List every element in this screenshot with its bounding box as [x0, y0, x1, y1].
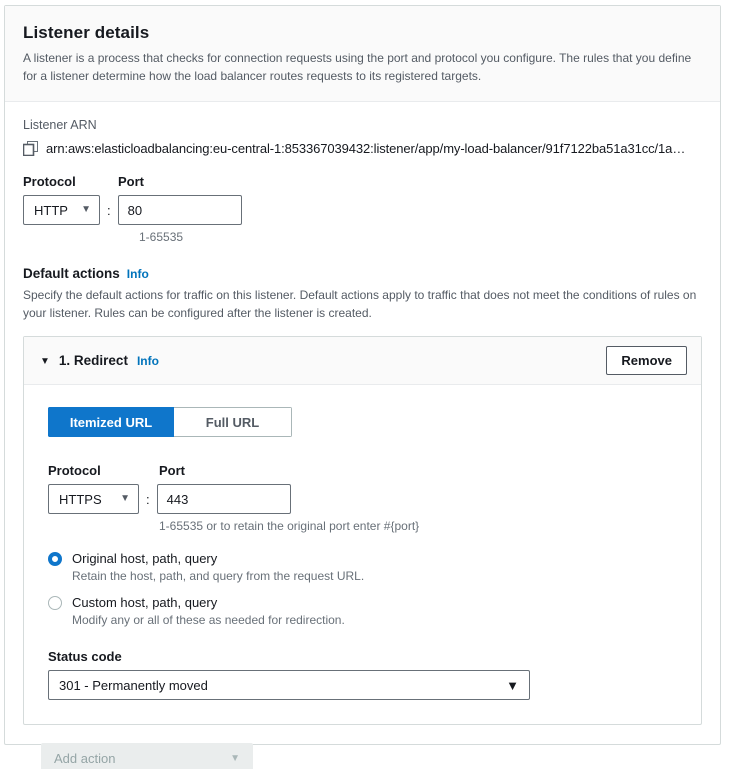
port-input[interactable]: 80 [117, 195, 242, 226]
listener-details-card: Listener details A listener is a process… [4, 5, 721, 769]
tab-itemized-url[interactable]: Itemized URL [48, 407, 174, 438]
action-panel-body: Itemized URL Full URL Protocol Port HTTP… [24, 385, 701, 724]
protocol-port-separator: : [107, 202, 111, 218]
status-code-label: Status code [48, 649, 122, 665]
add-action-button[interactable]: Add action ▼ [41, 743, 253, 769]
card-body: Listener ARN arn:aws:elasticloadbalancin… [5, 102, 720, 769]
listener-arn-label: Listener ARN [23, 118, 97, 133]
default-actions-description: Specify the default actions for traffic … [23, 288, 697, 321]
listener-protocol-port-labels: Protocol Port [23, 174, 702, 189]
chevron-down-icon: ▼ [120, 493, 130, 505]
listener-details-page: Listener details A listener is a process… [0, 0, 729, 769]
listener-protocol-port-row: HTTP ▼ : 80 [23, 195, 702, 226]
card-header: Listener details A listener is a process… [5, 6, 720, 103]
radio-custom-host-label: Custom host, path, query [72, 595, 218, 611]
listener-arn-value: arn:aws:elasticloadbalancing:eu-central-… [46, 141, 686, 157]
port-input-value: 80 [127, 202, 143, 218]
action-panel-header-left: ▼ 1. Redirect Info [40, 353, 159, 368]
redirect-port-label: Port [159, 463, 185, 479]
chevron-down-icon: ▼ [81, 204, 91, 216]
add-action-label: Add action [54, 751, 116, 767]
tab-full-url[interactable]: Full URL [174, 407, 292, 438]
default-actions-section: Default actions Info Specify the default… [23, 266, 702, 322]
radio-line-custom[interactable]: Custom host, path, query [48, 595, 701, 610]
status-code-block: Status code 301 - Permanently moved ▼ [48, 649, 701, 701]
listener-arn-row: arn:aws:elasticloadbalancing:eu-central-… [22, 141, 702, 157]
port-hint: 1-65535 [139, 230, 184, 245]
protocol-select[interactable]: HTTP ▼ [23, 195, 100, 226]
action-panel-redirect: ▼ 1. Redirect Info Remove Itemized URL F… [23, 336, 702, 726]
add-action-wrap: Add action ▼ [23, 725, 702, 769]
redirect-port-input-value: 443 [166, 491, 189, 507]
copy-icon[interactable] [22, 141, 38, 157]
radio-line-original[interactable]: Original host, path, query [48, 551, 701, 566]
radio-custom-host-description: Modify any or all of these as needed for… [72, 613, 345, 628]
port-label: Port [118, 174, 144, 190]
redirect-port-hint: 1-65535 or to retain the original port e… [159, 519, 420, 534]
redirect-protocol-port-row: HTTPS ▼ : 443 [48, 484, 701, 515]
protocol-label: Protocol [23, 174, 76, 190]
default-actions-heading-text: Default actions [23, 266, 120, 282]
card-description: A listener is a process that checks for … [23, 51, 692, 84]
page-title: Listener details [23, 23, 150, 42]
remove-button[interactable]: Remove [606, 346, 687, 376]
action-info-link[interactable]: Info [137, 354, 159, 368]
radio-item-custom: Custom host, path, query Modify any or a… [48, 595, 701, 627]
status-code-value: 301 - Permanently moved [59, 677, 208, 693]
chevron-down-icon: ▼ [230, 753, 240, 765]
redirect-protocol-label: Protocol [48, 463, 101, 479]
redirect-protocol-port-separator: : [146, 491, 150, 507]
action-panel-title: 1. Redirect [58, 353, 128, 369]
redirect-protocol-select[interactable]: HTTPS ▼ [48, 484, 139, 515]
radio-original-host-label: Original host, path, query [72, 551, 218, 567]
chevron-down-icon: ▼ [506, 677, 519, 693]
redirect-protocol-select-value: HTTPS [59, 491, 102, 507]
radio-custom-host[interactable] [48, 595, 62, 610]
radio-original-host-description: Retain the host, path, and query from th… [72, 569, 365, 584]
default-actions-heading: Default actions Info [23, 266, 702, 281]
redirect-url-source-radio-group: Original host, path, query Retain the ho… [48, 551, 701, 627]
triangle-down-icon[interactable]: ▼ [40, 357, 50, 367]
protocol-select-value: HTTP [34, 202, 68, 218]
url-mode-segmented-control: Itemized URL Full URL [48, 407, 292, 438]
radio-item-original: Original host, path, query Retain the ho… [48, 551, 701, 583]
radio-original-host[interactable] [48, 551, 62, 566]
redirect-port-input[interactable]: 443 [156, 484, 291, 515]
action-panel-header: ▼ 1. Redirect Info Remove [24, 337, 701, 386]
default-actions-info-link[interactable]: Info [127, 267, 149, 281]
status-code-select[interactable]: 301 - Permanently moved ▼ [48, 670, 530, 701]
redirect-protocol-port-labels: Protocol Port [48, 463, 701, 478]
